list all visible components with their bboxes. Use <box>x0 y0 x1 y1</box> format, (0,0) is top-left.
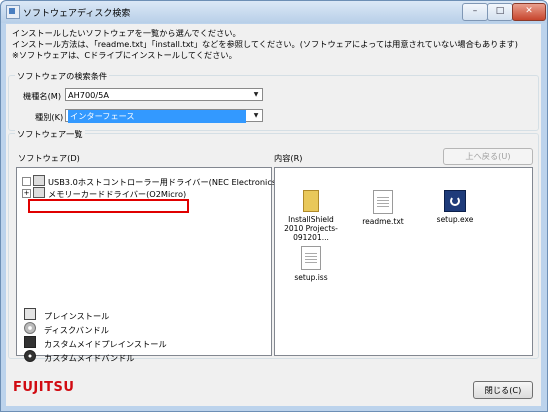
go-up-button[interactable]: 上へ戻る(U) <box>443 148 533 165</box>
file-name: setup.iss <box>294 273 328 282</box>
type-label: 種別(K) <box>35 112 64 122</box>
file-icon <box>301 246 321 270</box>
expand-icon[interactable]: + <box>22 189 31 198</box>
software-list-label: ソフトウェア一覧 <box>15 128 85 140</box>
preinstall-icon <box>24 308 36 320</box>
software-tree-label: ソフトウェア(D) <box>18 153 80 163</box>
instructions: インストールしたいソフトウェアを一覧から選んでください。 インストール方法は、「… <box>12 28 518 61</box>
model-label: 機種名(M) <box>23 91 62 101</box>
custom-preinstall-icon <box>24 336 36 348</box>
tree-connector <box>22 177 31 186</box>
legend-preinstall-label: プレインストール <box>44 311 110 321</box>
legend-custom-preinstall: カスタムメイドプレインストール <box>24 336 167 349</box>
file-item-setup-iss[interactable]: setup.iss <box>281 246 341 282</box>
legend-disc-bundle: ディスクバンドル <box>24 322 109 335</box>
tree-item-memory-card-driver[interactable]: メモリーカードドライバー(O2Micro) <box>33 187 187 199</box>
dialog-body: インストールしたいソフトウェアを一覧から選んでください。 インストール方法は、「… <box>6 24 541 406</box>
file-item-readme[interactable]: readme.txt <box>353 190 413 226</box>
highlight-box <box>28 199 189 213</box>
disc-icon <box>24 322 36 334</box>
setup-icon <box>444 190 466 212</box>
custom-disc-icon <box>24 350 36 362</box>
file-item-installshield[interactable]: InstallShield 2010 Projects-091201... <box>281 190 341 242</box>
file-name: setup.exe <box>436 215 474 224</box>
tree-item-usb3-driver[interactable]: USB3.0ホストコントローラー用ドライバー(NEC Electronics) <box>33 175 280 187</box>
file-item-setup-exe[interactable]: setup.exe <box>425 190 485 224</box>
app-icon <box>6 5 20 19</box>
close-button[interactable]: 閉じる(C) <box>473 381 533 399</box>
legend-custom-bundle-label: カスタムメイドバンドル <box>44 353 135 363</box>
file-name: readme.txt <box>362 217 404 226</box>
app-window: ソフトウェアディスク検索 – □ ✕ インストールしたいソフトウェアを一覧から選… <box>0 0 548 412</box>
content-view[interactable]: InstallShield 2010 Projects-091201... re… <box>274 167 533 356</box>
title-bar[interactable]: ソフトウェアディスク検索 – □ ✕ <box>1 1 547 23</box>
model-value: AH700/5A <box>68 90 109 100</box>
content-label: 内容(R) <box>274 153 303 163</box>
folder-icon <box>303 190 319 212</box>
type-value: インターフェース <box>68 110 246 123</box>
window-title: ソフトウェアディスク検索 <box>23 9 131 19</box>
minimize-button[interactable]: – <box>462 3 488 21</box>
chevron-down-icon[interactable]: ▼ <box>251 90 261 99</box>
type-select[interactable]: インターフェース ▼ <box>65 109 263 123</box>
maximize-button[interactable]: □ <box>487 3 513 21</box>
tree-item-label: メモリーカードドライバー(O2Micro) <box>48 189 187 199</box>
fujitsu-logo: FUJITSU <box>13 380 75 395</box>
close-window-button[interactable]: ✕ <box>512 3 546 21</box>
search-group-label: ソフトウェアの検索条件 <box>15 70 110 82</box>
legend-disc-bundle-label: ディスクバンドル <box>44 325 109 335</box>
legend-custom-preinstall-label: カスタムメイドプレインストール <box>44 339 167 349</box>
file-name: InstallShield 2010 Projects-091201... <box>284 215 338 242</box>
instruction-line-3: ※ソフトウェアは、Cドライブにインストールしてください。 <box>12 50 237 60</box>
preinstall-icon <box>33 175 45 186</box>
instruction-line-1: インストールしたいソフトウェアを一覧から選んでください。 <box>12 28 241 38</box>
tree-item-label: USB3.0ホストコントローラー用ドライバー(NEC Electronics) <box>48 177 280 187</box>
instruction-line-2: インストール方法は、「readme.txt」「install.txt」などを参照… <box>12 39 518 49</box>
preinstall-icon <box>33 187 45 198</box>
chevron-down-icon[interactable]: ▼ <box>251 111 261 120</box>
legend-preinstall: プレインストール <box>24 308 110 321</box>
model-select[interactable]: AH700/5A ▼ <box>65 88 263 101</box>
legend-custom-bundle: カスタムメイドバンドル <box>24 350 135 363</box>
text-file-icon <box>373 190 393 214</box>
